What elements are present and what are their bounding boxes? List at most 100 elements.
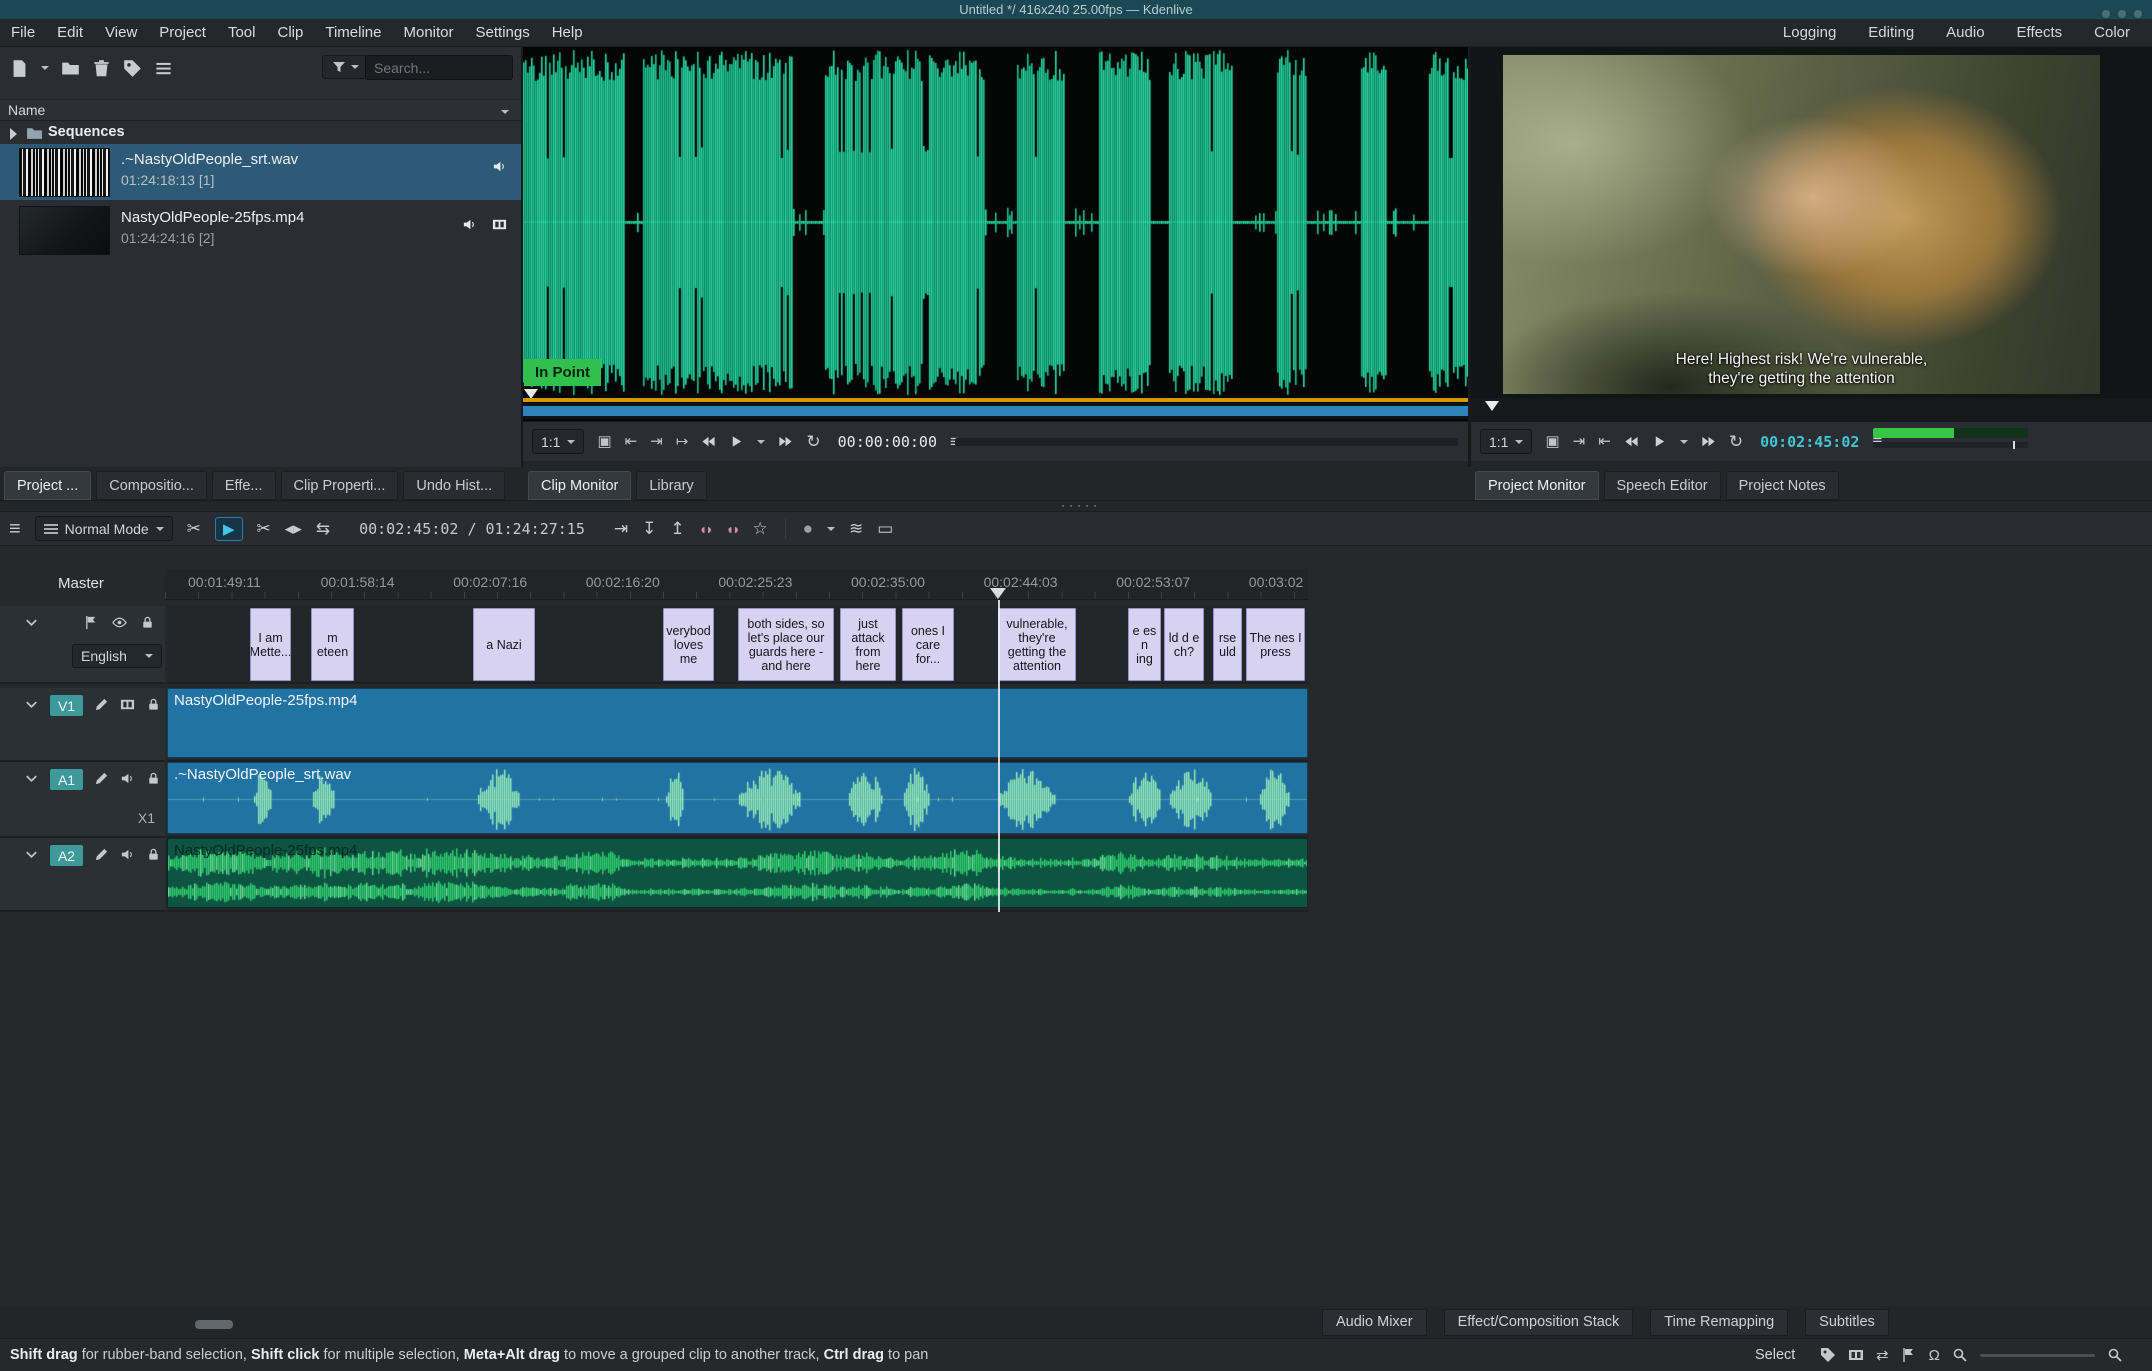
workspace-logging[interactable]: Logging [1783, 24, 1836, 41]
menu-monitor[interactable]: Monitor [392, 24, 464, 41]
playhead-marker[interactable] [1485, 401, 1499, 411]
razor-cut-icon[interactable]: ✂ [187, 520, 201, 537]
track-name-badge[interactable]: A1 [50, 769, 83, 790]
hide-track-icon[interactable] [120, 697, 135, 712]
zone-bar[interactable] [523, 398, 1468, 402]
seek-bar[interactable] [523, 403, 1468, 419]
extract-zone-icon[interactable]: ↥ [670, 520, 684, 537]
zone-out-icon[interactable]: ⇤ [1598, 434, 1611, 449]
workspace-color[interactable]: Color [2094, 24, 2130, 41]
track-header-a1[interactable]: A1X1 [0, 762, 165, 838]
monitor-zoom-select[interactable]: 1:1 [532, 429, 584, 454]
menu-view[interactable]: View [94, 24, 148, 41]
panel-tab-effect-composition-stack[interactable]: Effect/Composition Stack [1444, 1309, 1634, 1336]
track-header-v1[interactable]: V1 [0, 688, 165, 762]
zone-in-icon[interactable]: ⇥ [650, 434, 663, 449]
edit-track-icon[interactable] [94, 847, 109, 862]
swap-tracks-icon[interactable]: ⇄ [1876, 1348, 1889, 1363]
workspace-effects[interactable]: Effects [2017, 24, 2063, 41]
tab-project-monitor[interactable]: Project Monitor [1475, 471, 1599, 500]
zone-end-icon[interactable]: ↦ [676, 434, 689, 449]
subtitle-clip[interactable]: both sides, so let's place our guards he… [738, 608, 834, 681]
mix-icon[interactable]: ◂▸ [285, 520, 302, 537]
master-track-button[interactable]: Master [58, 575, 104, 592]
bin-clip-row[interactable]: .~NastyOldPeople_srt.wav01:24:18:13 [1] [0, 144, 521, 200]
spacer-tool-icon[interactable]: ⇆ [316, 520, 330, 537]
monitor-overlay-icon[interactable]: ▣ [1545, 434, 1559, 449]
tab-library[interactable]: Library [636, 471, 706, 500]
subtitle-clip[interactable]: vulnerable, they're getting the attentio… [998, 608, 1076, 681]
menu-settings[interactable]: Settings [465, 24, 541, 41]
menu-file[interactable]: File [0, 24, 46, 41]
tab-clip-properti[interactable]: Clip Properti... [281, 471, 399, 500]
subtitle-track-icon[interactable] [84, 615, 99, 630]
lock-track-icon[interactable] [146, 697, 161, 712]
tab-speech-editor[interactable]: Speech Editor [1604, 471, 1721, 500]
subtitle-clip[interactable]: a Nazi [473, 608, 535, 681]
subtitle-clip[interactable]: The nes I press [1246, 608, 1305, 681]
panel-tab-audio-mixer[interactable]: Audio Mixer [1322, 1309, 1427, 1336]
subtitle-clip[interactable]: I am Mette... [250, 608, 291, 681]
collapse-track-icon[interactable] [24, 615, 39, 630]
zoom-out-icon[interactable] [1952, 1347, 1968, 1363]
snap-icon[interactable]: Ω [1929, 1348, 1940, 1363]
collapse-track-icon[interactable] [24, 847, 39, 862]
filter-dropdown[interactable] [322, 55, 368, 79]
subtitle-tool-icon[interactable]: ▭ [877, 520, 893, 537]
audio-waveform-display[interactable] [523, 47, 1468, 398]
collapse-track-icon[interactable] [24, 771, 39, 786]
overwrite-zone-icon[interactable]: ↧ [642, 520, 656, 537]
zone-start-icon[interactable]: ⇤ [625, 434, 638, 449]
clapboard-icon[interactable] [1848, 1347, 1864, 1363]
edit-mode-select[interactable]: Normal Mode [35, 516, 173, 541]
subtitle-clip[interactable]: m eteen [311, 608, 354, 681]
subtitle-clip[interactable]: e es n ing [1128, 608, 1161, 681]
same-track-transition-icon[interactable]: ◖◗ [726, 522, 739, 536]
monitor-mini-ruler[interactable] [1471, 398, 2152, 421]
menu-clip[interactable]: Clip [267, 24, 315, 41]
timeline-clip[interactable]: NastyOldPeople-25fps.mp4 [167, 688, 1308, 758]
mute-track-icon[interactable] [120, 847, 135, 862]
create-folder-icon[interactable] [61, 59, 80, 78]
tab-undo-hist[interactable]: Undo Hist... [403, 471, 505, 500]
razor-tool-icon[interactable]: ✂ [257, 520, 271, 537]
tag-icon[interactable] [1820, 1347, 1836, 1363]
track-lane-a2[interactable]: NastyOldPeople-25fps.mp4 [167, 838, 1308, 912]
zone-in-icon[interactable]: ⇥ [1573, 434, 1586, 449]
play-icon[interactable] [1652, 434, 1667, 449]
subtitle-clip[interactable]: ones I care for... [902, 608, 954, 681]
tab-compositio[interactable]: Compositio... [96, 471, 207, 500]
search-input[interactable] [365, 55, 513, 80]
track-lane-v1[interactable]: NastyOldPeople-25fps.mp4 [167, 688, 1308, 762]
playhead-marker[interactable] [990, 588, 1006, 599]
subtitle-track-lane[interactable]: I am Mette...m eteena Naziverybod loves … [167, 606, 1308, 684]
track-lane-a1[interactable]: .~NastyOldPeople_srt.wav [167, 762, 1308, 838]
rewind-icon[interactable] [1624, 434, 1639, 449]
menu-timeline[interactable]: Timeline [314, 24, 392, 41]
play-icon[interactable] [729, 434, 744, 449]
panel-tab-time-remapping[interactable]: Time Remapping [1650, 1309, 1788, 1336]
rewind-icon[interactable] [701, 434, 716, 449]
menu-tool[interactable]: Tool [217, 24, 267, 41]
bin-clip-row[interactable]: NastyOldPeople-25fps.mp401:24:24:16 [2] [0, 202, 521, 258]
expander-icon[interactable] [10, 128, 23, 140]
subtitle-clip[interactable]: rse uld [1213, 608, 1242, 681]
favorite-effects-icon[interactable]: ☆ [752, 520, 767, 537]
tag-icon[interactable] [123, 59, 142, 78]
forward-icon[interactable] [778, 434, 793, 449]
menu-edit[interactable]: Edit [46, 24, 94, 41]
monitor-mini-ruler[interactable] [955, 438, 1458, 446]
zoom-slider[interactable] [1980, 1354, 2095, 1357]
bin-menu-icon[interactable] [154, 59, 173, 78]
bin-sort-header[interactable]: Name [0, 99, 521, 121]
lock-track-icon[interactable] [146, 771, 161, 786]
delete-icon[interactable] [92, 59, 111, 78]
panel-tab-subtitles[interactable]: Subtitles [1805, 1309, 1889, 1336]
workspace-audio[interactable]: Audio [1946, 24, 1984, 41]
flag-icon[interactable] [1901, 1347, 1917, 1363]
tab-project[interactable]: Project ... [4, 471, 91, 500]
track-name-badge[interactable]: A2 [50, 845, 83, 866]
menu-project[interactable]: Project [148, 24, 217, 41]
timeline-clip[interactable]: NastyOldPeople-25fps.mp4 [167, 838, 1308, 908]
audio-mixer-icon[interactable]: ≋ [849, 520, 863, 537]
